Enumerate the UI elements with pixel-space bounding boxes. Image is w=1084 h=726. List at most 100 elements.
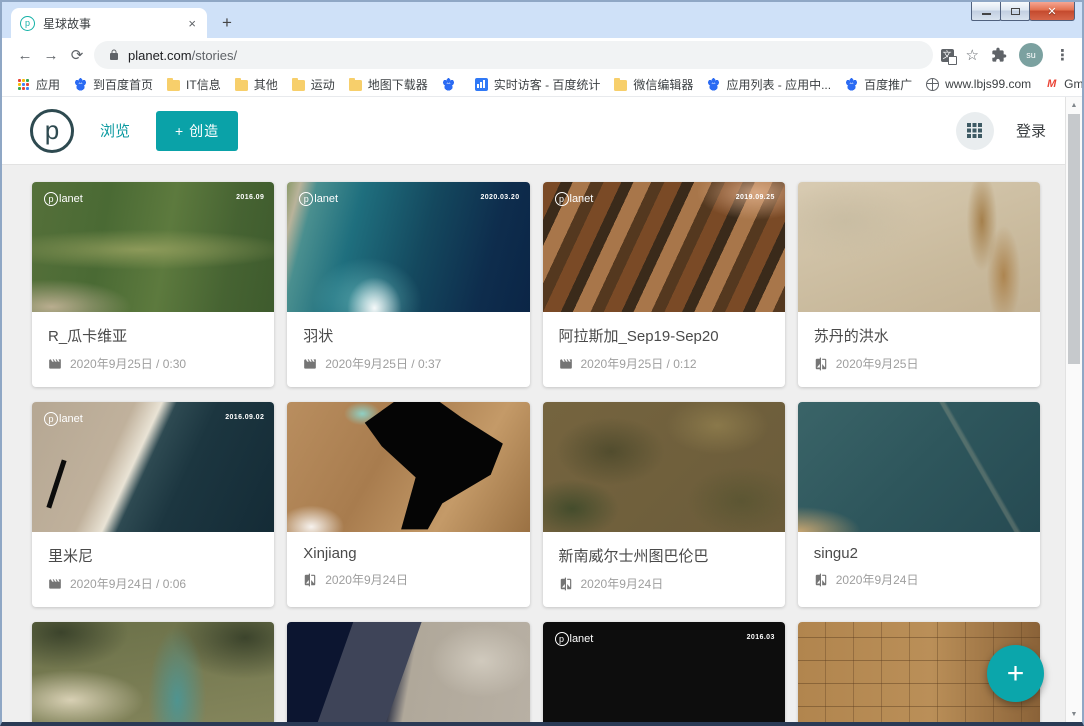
story-card[interactable]: [287, 622, 529, 722]
story-date: 2020年9月25日 / 0:37: [325, 355, 441, 372]
bookmark-folder-sport[interactable]: 运动: [285, 72, 342, 96]
bookmark-label: 应用: [36, 76, 60, 93]
bookmark-gmail[interactable]: Gmail: [1038, 72, 1084, 96]
planet-watermark-text: lanet: [570, 633, 594, 645]
story-meta: 2020年9月25日: [814, 355, 1024, 372]
baidu-paw-icon: [707, 78, 720, 91]
close-button[interactable]: ✕: [1029, 2, 1075, 21]
story-card[interactable]: Xinjiang 2020年9月24日: [287, 402, 529, 607]
back-button[interactable]: ←: [12, 42, 38, 68]
movie-icon: [48, 577, 62, 591]
compare-icon: [559, 577, 573, 591]
page-scrollbar[interactable]: ▲ ▼: [1065, 97, 1082, 722]
bookmark-label: 到百度首页: [93, 76, 153, 93]
movie-icon: [303, 357, 317, 371]
bookmark-app-list[interactable]: 应用列表 - 应用中...: [700, 72, 838, 96]
story-card[interactable]: 苏丹的洪水 2020年9月25日: [798, 182, 1040, 387]
address-bar[interactable]: planet.com/stories/: [94, 41, 933, 69]
bookmark-baidu-tongji[interactable]: 实时访客 - 百度统计: [468, 72, 608, 96]
story-thumbnail: [287, 402, 529, 532]
bookmark-baidu-promo[interactable]: 百度推广: [838, 72, 919, 96]
story-thumbnail: [287, 622, 529, 722]
nav-browse-link[interactable]: 浏览: [100, 120, 130, 141]
create-button[interactable]: + 创造: [156, 111, 238, 151]
browser-toolbar: ← → ⟳ planet.com/stories/ 文 ☆ su ⋮: [2, 38, 1082, 72]
bookmark-folder-it[interactable]: IT信息: [160, 72, 228, 96]
scroll-up-arrow[interactable]: ▲: [1066, 97, 1082, 113]
story-meta: 2020年9月25日 / 0:37: [303, 355, 513, 372]
minimize-button[interactable]: [971, 2, 1001, 21]
planet-watermark-text: lanet: [59, 193, 83, 205]
story-meta: 2020年9月25日 / 0:12: [559, 355, 769, 372]
scroll-down-arrow[interactable]: ▼: [1066, 706, 1082, 722]
planet-circle-icon: p: [299, 192, 313, 206]
folder-icon: [292, 80, 305, 91]
bookmark-star-icon[interactable]: ☆: [966, 46, 979, 64]
maximize-button[interactable]: [1000, 2, 1030, 21]
reload-button[interactable]: ⟳: [64, 42, 90, 68]
bookmark-folder-map[interactable]: 地图下载器: [342, 72, 435, 96]
url-text: planet.com/stories/: [128, 48, 237, 63]
tab-favicon-icon: p: [20, 16, 35, 31]
bookmark-baidu[interactable]: [435, 72, 468, 96]
story-card[interactable]: planet 2019.09.25 阿拉斯加_Sep19-Sep20 2020年…: [543, 182, 785, 387]
planet-watermark: planet: [299, 192, 338, 206]
folder-icon: [235, 80, 248, 91]
bookmark-lbjs99[interactable]: www.lbjs99.com: [919, 72, 1038, 96]
planet-watermark: planet: [44, 412, 83, 426]
bookmark-label: 应用列表 - 应用中...: [726, 76, 831, 93]
translate-icon[interactable]: 文: [941, 49, 954, 62]
planet-watermark: planet: [44, 192, 83, 206]
story-date: 2020年9月24日: [581, 575, 664, 592]
story-card[interactable]: [32, 622, 274, 722]
browser-menu-icon[interactable]: ⋮: [1055, 46, 1070, 64]
url-path: /stories/: [192, 48, 238, 63]
globe-icon: [926, 78, 939, 91]
thumbnail-date-overlay: 2016.09.02: [225, 414, 264, 421]
bookmarks-bar: 应用 到百度首页 IT信息 其他 运动 地图下载器 实时访客 - 百度统计 微信…: [2, 72, 1082, 97]
bookmark-folder-wechat[interactable]: 微信编辑器: [607, 72, 700, 96]
story-thumbnail: [543, 402, 785, 532]
story-thumbnail: planet 2016.09.02: [32, 402, 274, 532]
profile-avatar[interactable]: su: [1019, 43, 1043, 67]
new-tab-button[interactable]: +: [214, 10, 240, 36]
story-card[interactable]: 新南威尔士州图巴伦巴 2020年9月24日: [543, 402, 785, 607]
toolbar-icons: 文 ☆ su ⋮: [941, 43, 1072, 67]
tab-close-icon[interactable]: ×: [186, 16, 198, 31]
apps-grid-icon: [17, 78, 30, 91]
apps-menu-button[interactable]: [956, 112, 994, 150]
story-title: R_瓜卡维亚: [48, 325, 258, 346]
story-thumbnail: [798, 182, 1040, 312]
baidu-paw-icon: [74, 78, 87, 91]
tab-strip: p 星球故事 × + ✕: [2, 2, 1082, 38]
forward-button[interactable]: →: [38, 42, 64, 68]
login-button[interactable]: 登录: [1016, 120, 1046, 141]
bookmark-apps[interactable]: 应用: [10, 72, 67, 96]
create-story-fab[interactable]: +: [987, 645, 1044, 702]
story-card[interactable]: planet 2020.03.20 羽状 2020年9月25日 / 0:37: [287, 182, 529, 387]
folder-icon: [614, 80, 627, 91]
header-right: 登录: [956, 112, 1046, 150]
story-card[interactable]: planet 2016.09 R_瓜卡维亚 2020年9月25日 / 0:30: [32, 182, 274, 387]
folder-icon: [349, 80, 362, 91]
story-title: singu2: [814, 545, 1024, 562]
story-card[interactable]: planet 2016.03: [543, 622, 785, 722]
story-thumbnail: planet 2016.09: [32, 182, 274, 312]
story-title: 苏丹的洪水: [814, 325, 1024, 346]
planet-watermark-text: lanet: [59, 413, 83, 425]
story-card[interactable]: singu2 2020年9月24日: [798, 402, 1040, 607]
story-thumbnail: [798, 402, 1040, 532]
lock-icon[interactable]: [108, 49, 120, 61]
bookmark-baidu-home[interactable]: 到百度首页: [67, 72, 160, 96]
story-meta: 2020年9月24日: [559, 575, 769, 592]
thumbnail-date-overlay: 2019.09.25: [736, 194, 775, 201]
bookmark-label: 百度推广: [864, 76, 912, 93]
extensions-puzzle-icon[interactable]: [991, 47, 1007, 63]
tab-planet-stories[interactable]: p 星球故事 ×: [11, 8, 207, 38]
browser-window: p 星球故事 × + ✕ ← → ⟳ planet.com/stories/ 文…: [0, 0, 1084, 726]
planet-logo[interactable]: p: [30, 109, 74, 153]
bookmark-folder-other[interactable]: 其他: [228, 72, 285, 96]
story-card[interactable]: planet 2016.09.02 里米尼 2020年9月24日 / 0:06: [32, 402, 274, 607]
story-date: 2020年9月25日 / 0:12: [581, 355, 697, 372]
scrollbar-thumb[interactable]: [1068, 114, 1080, 364]
